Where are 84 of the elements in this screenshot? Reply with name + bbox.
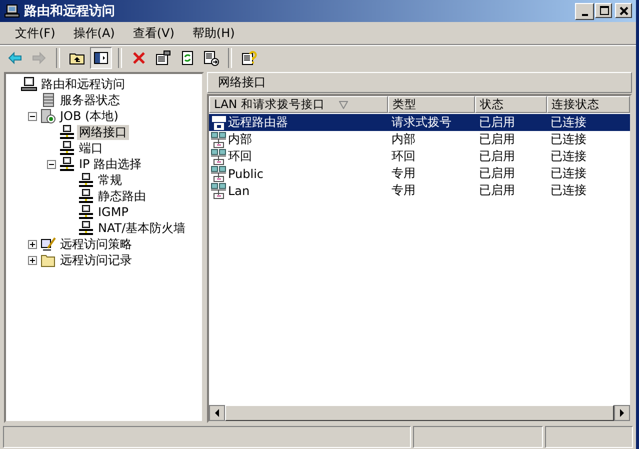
tree-item[interactable]: 远程访问策略 bbox=[58, 236, 134, 252]
computer-icon bbox=[4, 3, 20, 19]
expand-toggle[interactable] bbox=[28, 240, 37, 248]
tree-item[interactable]: 网络接口 bbox=[77, 124, 129, 140]
network-node-icon bbox=[78, 204, 94, 220]
properties-icon bbox=[155, 50, 171, 66]
network-interface-icon bbox=[211, 166, 227, 182]
close-button[interactable] bbox=[615, 2, 632, 18]
network-node-icon bbox=[78, 220, 94, 236]
menu-item[interactable]: 操作(A) bbox=[64, 24, 124, 42]
table-cell: 专用 bbox=[392, 165, 416, 182]
network-interface-icon bbox=[211, 148, 227, 164]
show-tree-button[interactable] bbox=[90, 47, 112, 69]
table-cell: Public bbox=[228, 166, 264, 180]
column-header[interactable]: LAN 和请求拨号接口 bbox=[209, 96, 388, 113]
minimize-icon bbox=[582, 14, 588, 16]
table-cell: 已连接 bbox=[550, 165, 587, 182]
network-node-icon bbox=[59, 124, 75, 140]
server-icon bbox=[40, 108, 56, 124]
table-cell: 已连接 bbox=[550, 114, 587, 131]
tree-item[interactable]: 静态路由 bbox=[96, 188, 148, 204]
table-row[interactable]: 远程路由器 请求式拨号 已启用 已连接 bbox=[209, 114, 630, 131]
modem-icon bbox=[211, 114, 227, 130]
computer-icon bbox=[21, 76, 37, 92]
maximize-button[interactable] bbox=[595, 2, 612, 18]
tree-item[interactable]: 端口 bbox=[77, 140, 105, 156]
panel-header: 网络接口 bbox=[207, 72, 632, 93]
scroll-left-icon[interactable] bbox=[209, 405, 225, 421]
export-list-icon bbox=[203, 50, 219, 66]
policy-icon bbox=[40, 236, 56, 252]
delete-icon bbox=[131, 50, 147, 66]
table-cell: 环回 bbox=[392, 148, 416, 165]
table-row[interactable]: Lan 专用 已启用 已连接 bbox=[209, 182, 630, 199]
tree-item[interactable]: NAT/基本防火墙 bbox=[96, 220, 188, 236]
tree-item[interactable]: 远程访问记录 bbox=[58, 252, 134, 268]
back-arrow-icon bbox=[7, 50, 23, 66]
window-title: 路由和远程访问 bbox=[24, 2, 116, 20]
table-cell: 内部 bbox=[392, 131, 416, 148]
tree-item[interactable]: 服务器状态 bbox=[58, 92, 122, 108]
menu-item[interactable]: 帮助(H) bbox=[183, 24, 244, 42]
column-header[interactable]: 状态 bbox=[475, 96, 547, 113]
server-icon bbox=[40, 92, 56, 108]
table-row[interactable]: Public 专用 已启用 已连接 bbox=[209, 165, 630, 182]
column-header[interactable]: 类型 bbox=[388, 96, 476, 113]
help-icon bbox=[241, 50, 257, 66]
forward-arrow-icon bbox=[31, 50, 47, 66]
network-interface-icon bbox=[211, 132, 227, 148]
table-cell: Lan bbox=[228, 184, 250, 198]
tree-item[interactable]: 路由和远程访问 bbox=[39, 76, 127, 92]
tree-item[interactable]: JOB (本地) bbox=[58, 108, 120, 124]
table-cell: 已连接 bbox=[550, 182, 587, 199]
tree-item[interactable]: 常规 bbox=[96, 172, 124, 188]
folder-icon bbox=[40, 252, 56, 268]
table-cell: 专用 bbox=[392, 182, 416, 199]
column-header[interactable]: 连接状态 bbox=[546, 96, 630, 113]
network-node-icon bbox=[59, 156, 75, 172]
scroll-right-icon[interactable] bbox=[614, 405, 630, 421]
network-interface-icon bbox=[211, 182, 227, 198]
table-cell: 已连接 bbox=[550, 131, 587, 148]
table-cell: 已启用 bbox=[479, 165, 516, 182]
table-cell: 请求式拨号 bbox=[392, 114, 452, 131]
show-tree-icon bbox=[93, 50, 109, 66]
network-node-icon bbox=[78, 172, 94, 188]
tree-item[interactable]: IGMP bbox=[96, 204, 130, 220]
table-cell: 已连接 bbox=[550, 148, 587, 165]
table-cell: 环回 bbox=[228, 148, 252, 165]
table-cell: 已启用 bbox=[479, 131, 516, 148]
table-row[interactable]: 环回 环回 已启用 已连接 bbox=[209, 148, 630, 165]
network-node-icon bbox=[59, 140, 75, 156]
collapse-toggle[interactable] bbox=[47, 160, 56, 168]
expand-toggle[interactable] bbox=[28, 256, 37, 264]
table-cell: 内部 bbox=[228, 131, 252, 148]
table-cell: 已启用 bbox=[479, 114, 516, 131]
network-node-icon bbox=[78, 188, 94, 204]
minimize-button[interactable] bbox=[575, 2, 594, 20]
tree-item[interactable]: IP 路由选择 bbox=[77, 156, 144, 172]
table-row[interactable]: 内部 内部 已启用 已连接 bbox=[209, 131, 630, 148]
menu-item[interactable]: 文件(F) bbox=[6, 24, 64, 42]
table-cell: 远程路由器 bbox=[228, 114, 288, 131]
menu-item[interactable]: 查看(V) bbox=[124, 24, 184, 42]
table-cell: 已启用 bbox=[479, 148, 516, 165]
refresh-icon bbox=[179, 50, 195, 66]
collapse-toggle[interactable] bbox=[28, 112, 37, 120]
table-cell: 已启用 bbox=[479, 182, 516, 199]
